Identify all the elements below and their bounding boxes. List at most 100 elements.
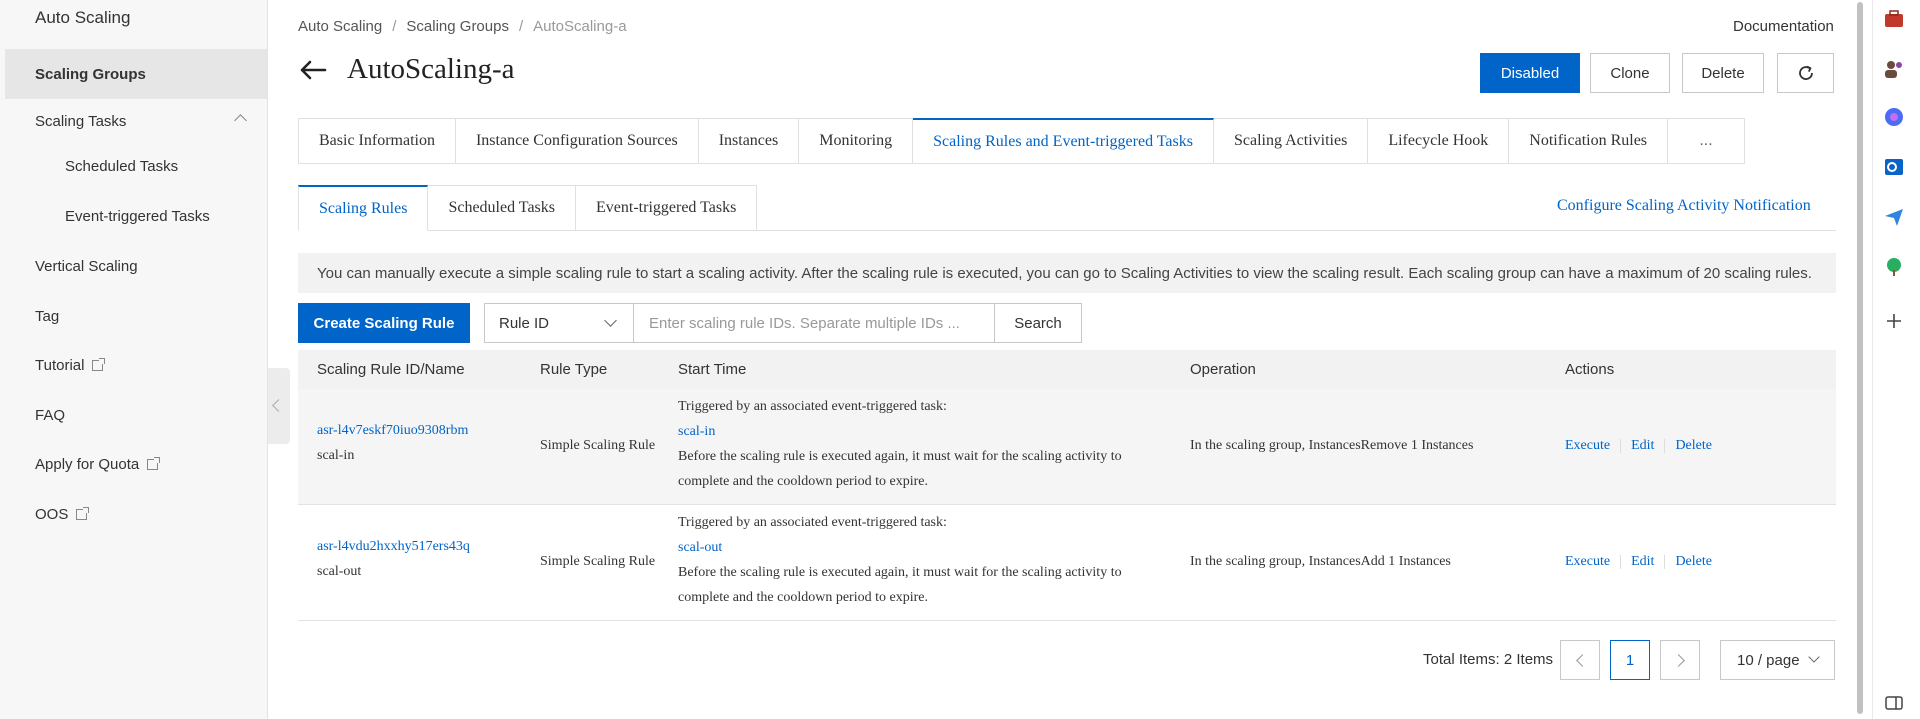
sidebar-item-label: Tag bbox=[35, 307, 60, 325]
execute-action[interactable]: Execute bbox=[1565, 438, 1610, 453]
rule-name: scal-in bbox=[317, 448, 355, 463]
next-page-button[interactable] bbox=[1660, 640, 1700, 680]
tab-instance-configuration-sources[interactable]: Instance Configuration Sources bbox=[456, 119, 699, 163]
tab-scaling-rules-and-event-triggered-tasks[interactable]: Scaling Rules and Event-triggered Tasks bbox=[913, 118, 1214, 164]
people-icon[interactable] bbox=[1883, 58, 1905, 80]
tree-icon[interactable] bbox=[1883, 256, 1905, 278]
app-root: Auto Scaling Scaling Groups Scaling Task… bbox=[0, 0, 1920, 719]
sidebar-toggle-icon[interactable] bbox=[1883, 692, 1905, 714]
breadcrumb-scaling-groups[interactable]: Scaling Groups bbox=[406, 18, 509, 35]
configure-notification-link[interactable]: Configure Scaling Activity Notification bbox=[1557, 197, 1811, 215]
start-time-line: Before the scaling rule is executed agai… bbox=[678, 449, 1122, 464]
column-header: Rule Type bbox=[540, 361, 608, 378]
sidebar-item-tag[interactable]: Tag bbox=[5, 291, 267, 341]
outlook-icon[interactable] bbox=[1883, 156, 1905, 178]
select-value: Rule ID bbox=[499, 314, 550, 332]
execute-action[interactable]: Execute bbox=[1565, 554, 1610, 569]
tab-basic-information[interactable]: Basic Information bbox=[299, 119, 456, 163]
copilot-icon[interactable] bbox=[1883, 106, 1905, 128]
scrollbar-thumb[interactable] bbox=[1857, 2, 1863, 714]
tab-more[interactable]: ... bbox=[1668, 119, 1744, 163]
column-header: Start Time bbox=[678, 361, 747, 378]
sidebar-item-faq[interactable]: FAQ bbox=[5, 390, 267, 440]
operation-text: In the scaling group, InstancesAdd 1 Ins… bbox=[1190, 554, 1451, 569]
row-actions: Execute Edit Delete bbox=[1565, 438, 1712, 454]
page-size-select[interactable]: 10 / page bbox=[1720, 640, 1835, 680]
info-banner: You can manually execute a simple scalin… bbox=[298, 253, 1836, 293]
scaling-rules-table: Scaling Rule ID/Name Rule Type Start Tim… bbox=[298, 350, 1836, 621]
tab-bar: Basic Information Instance Configuration… bbox=[298, 118, 1746, 164]
event-task-link[interactable]: scal-out bbox=[678, 540, 722, 556]
sidebar-collapse-toggle[interactable] bbox=[268, 368, 290, 444]
search-input[interactable]: Enter scaling rule IDs. Separate multipl… bbox=[633, 303, 995, 343]
delete-action[interactable]: Delete bbox=[1675, 554, 1712, 569]
sidebar-item-label: Apply for Quota bbox=[35, 455, 140, 473]
sidebar-item-apply-for-quota[interactable]: Apply for Quota bbox=[5, 439, 267, 489]
breadcrumb-separator: / bbox=[392, 18, 397, 35]
search-button[interactable]: Search bbox=[994, 303, 1082, 343]
sidebar-item-scaling-groups[interactable]: Scaling Groups bbox=[5, 49, 267, 99]
rule-type: Simple Scaling Rule bbox=[540, 554, 656, 569]
tab-lifecycle-hook[interactable]: Lifecycle Hook bbox=[1368, 119, 1510, 163]
prev-page-button[interactable] bbox=[1560, 640, 1600, 680]
disabled-button[interactable]: Disabled bbox=[1480, 53, 1580, 93]
plus-icon[interactable] bbox=[1883, 310, 1905, 332]
subtab-scaling-rules[interactable]: Scaling Rules bbox=[298, 185, 429, 231]
delete-action[interactable]: Delete bbox=[1675, 438, 1712, 453]
subtab-event-triggered-tasks[interactable]: Event-triggered Tasks bbox=[576, 185, 758, 231]
sidebar-item-label: Event-triggered Tasks bbox=[65, 207, 210, 225]
rule-name: scal-out bbox=[317, 564, 362, 579]
sidebar-item-scaling-tasks[interactable]: Scaling Tasks bbox=[5, 96, 267, 146]
total-items: Total Items: 2 Items bbox=[1423, 651, 1554, 668]
refresh-icon bbox=[1798, 65, 1813, 80]
table-row: asr-l4vdu2hxxhy517ers43q scal-out Simple… bbox=[298, 505, 1836, 621]
tab-monitoring[interactable]: Monitoring bbox=[799, 119, 914, 163]
tab-instances[interactable]: Instances bbox=[699, 119, 800, 163]
sidebar-item-tutorial[interactable]: Tutorial bbox=[5, 340, 267, 390]
column-header: Actions bbox=[1565, 361, 1615, 378]
page-size-value: 10 / page bbox=[1737, 651, 1800, 669]
action-divider bbox=[1620, 438, 1622, 453]
breadcrumb-auto-scaling[interactable]: Auto Scaling bbox=[298, 18, 382, 35]
edit-action[interactable]: Edit bbox=[1631, 438, 1654, 453]
operation-text: In the scaling group, InstancesRemove 1 … bbox=[1190, 438, 1474, 453]
action-divider bbox=[1664, 554, 1666, 569]
sidebar-item-scheduled-tasks[interactable]: Scheduled Tasks bbox=[5, 141, 267, 191]
start-time-line: complete and the cooldown period to expi… bbox=[678, 474, 928, 489]
start-time-line: Triggered by an associated event-trigger… bbox=[678, 399, 947, 414]
send-icon[interactable] bbox=[1883, 206, 1905, 228]
table-header: Scaling Rule ID/Name Rule Type Start Tim… bbox=[298, 350, 1836, 389]
tab-notification-rules[interactable]: Notification Rules bbox=[1509, 119, 1669, 163]
sidebar-item-label: Scheduled Tasks bbox=[65, 157, 179, 175]
page-number-button[interactable]: 1 bbox=[1610, 640, 1650, 680]
row-actions: Execute Edit Delete bbox=[1565, 554, 1712, 570]
page-title: AutoScaling-a bbox=[347, 53, 515, 85]
event-task-link[interactable]: scal-in bbox=[678, 424, 715, 440]
documentation-link[interactable]: Documentation bbox=[1733, 18, 1834, 35]
breadcrumb-separator: / bbox=[518, 18, 524, 35]
edit-action[interactable]: Edit bbox=[1631, 554, 1654, 569]
sidebar: Auto Scaling Scaling Groups Scaling Task… bbox=[0, 0, 268, 719]
refresh-button[interactable] bbox=[1777, 53, 1834, 93]
sidebar-item-vertical-scaling[interactable]: Vertical Scaling bbox=[5, 241, 267, 291]
delete-button[interactable]: Delete bbox=[1682, 53, 1764, 93]
chevron-left-icon bbox=[1575, 653, 1589, 667]
sidebar-item-event-triggered-tasks[interactable]: Event-triggered Tasks bbox=[5, 191, 267, 241]
external-link-icon bbox=[92, 357, 106, 371]
clone-button[interactable]: Clone bbox=[1590, 53, 1670, 93]
search-field-select[interactable]: Rule ID bbox=[484, 303, 634, 343]
create-scaling-rule-button[interactable]: Create Scaling Rule bbox=[298, 303, 470, 343]
briefcase-icon[interactable] bbox=[1883, 8, 1905, 30]
start-time-line: Before the scaling rule is executed agai… bbox=[678, 565, 1122, 580]
rule-id-link[interactable]: asr-l4v7eskf70iuo9308rbm bbox=[317, 423, 468, 439]
breadcrumb-current: AutoScaling-a bbox=[533, 18, 627, 35]
action-divider bbox=[1620, 554, 1622, 569]
rule-id-link[interactable]: asr-l4vdu2hxxhy517ers43q bbox=[317, 539, 470, 555]
sidebar-item-label: Scaling Tasks bbox=[35, 112, 127, 130]
subtab-scheduled-tasks[interactable]: Scheduled Tasks bbox=[428, 185, 577, 231]
back-arrow-icon[interactable] bbox=[299, 60, 327, 80]
sidebar-item-label: Scaling Groups bbox=[35, 65, 146, 83]
tab-scaling-activities[interactable]: Scaling Activities bbox=[1214, 119, 1369, 163]
sidebar-title: Auto Scaling bbox=[35, 8, 131, 27]
sidebar-item-oos[interactable]: OOS bbox=[5, 489, 267, 539]
